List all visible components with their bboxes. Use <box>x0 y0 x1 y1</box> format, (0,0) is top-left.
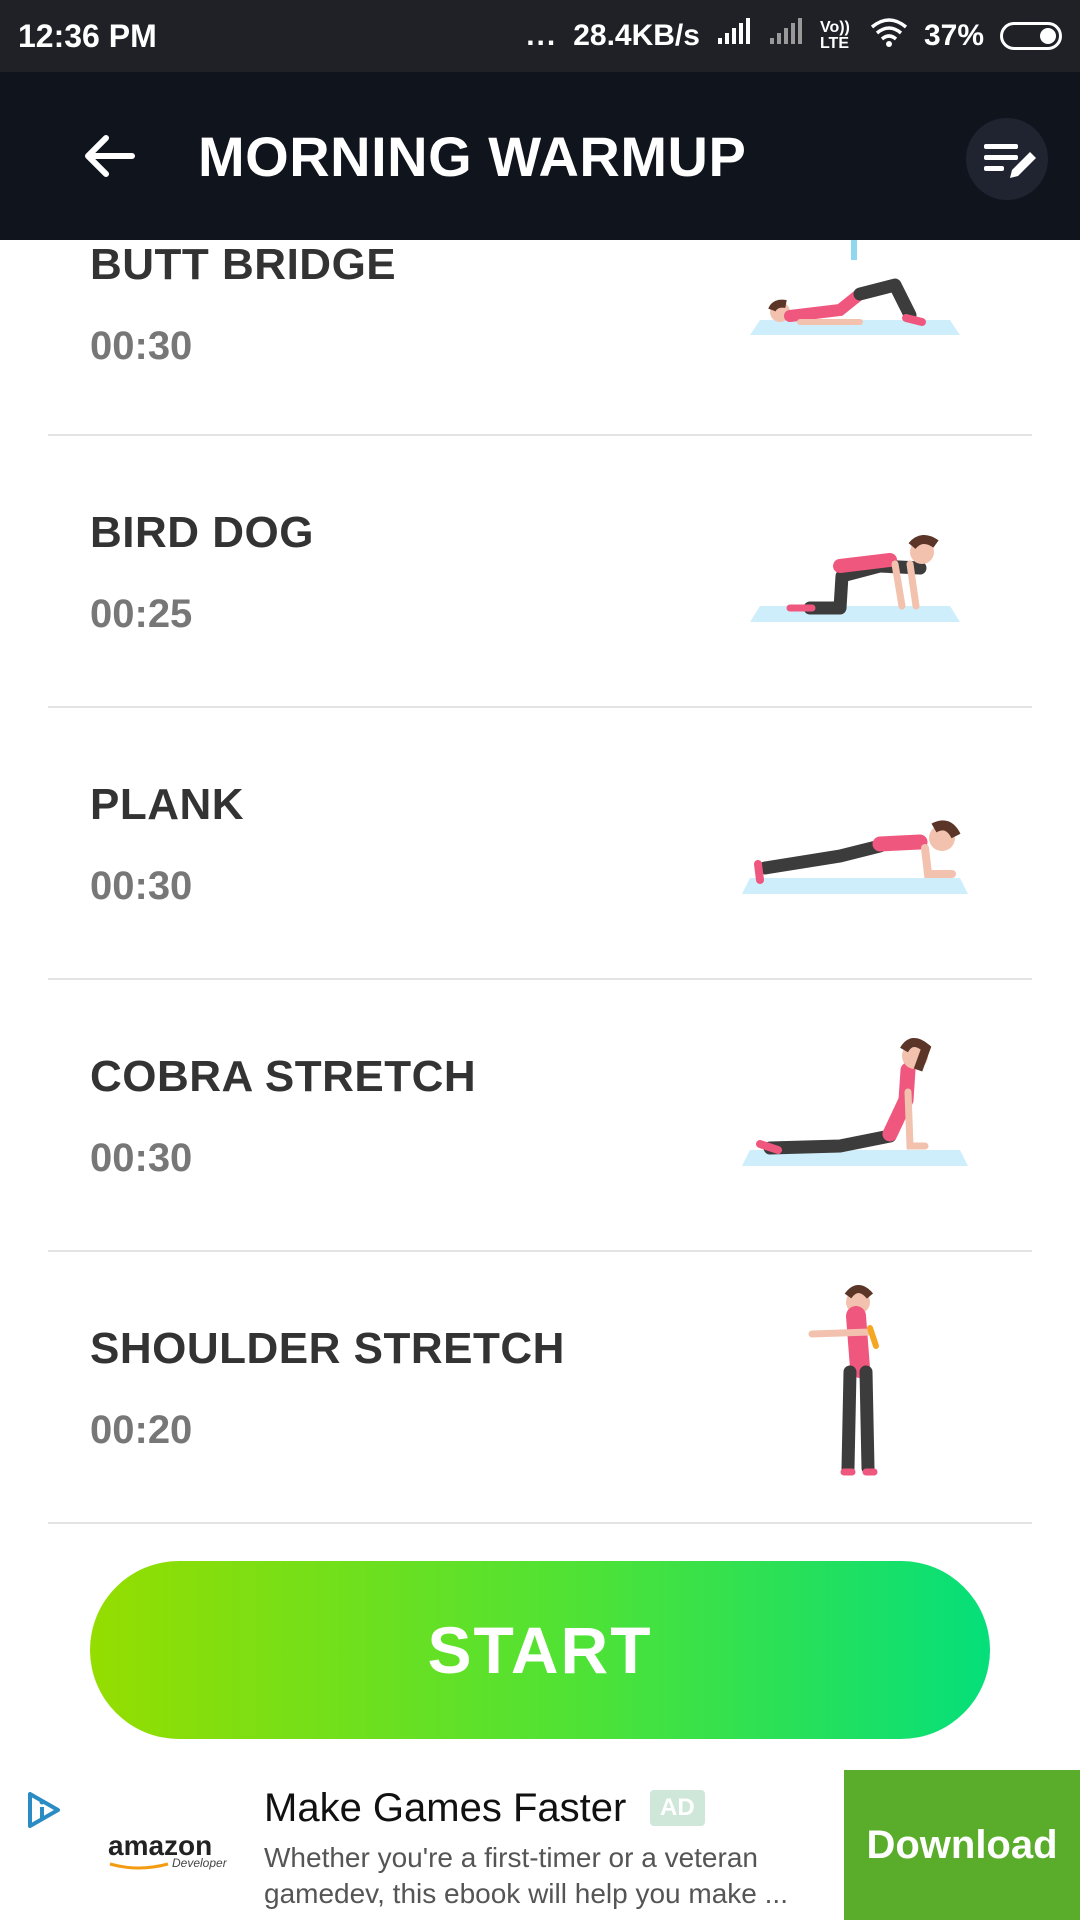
ad-description: Whether you're a first-timer or a vetera… <box>264 1842 788 1909</box>
exercise-row-plank[interactable]: PLANK 00:30 <box>0 708 1080 980</box>
exercise-duration: 00:30 <box>90 864 193 908</box>
ad-download-button[interactable]: Download <box>844 1770 1080 1920</box>
network-speed: 28.4KB/s <box>573 19 700 52</box>
exercise-row-bird-dog[interactable]: BIRD DOG 00:25 <box>0 436 1080 708</box>
status-time: 12:36 PM <box>18 18 157 54</box>
exercise-row-butt-bridge[interactable]: BUTT BRIDGE 00:30 <box>0 240 1080 436</box>
list-edit-icon <box>984 144 1036 178</box>
adchoices-icon[interactable] <box>22 1788 66 1832</box>
bird-dog-illustration <box>750 535 960 622</box>
exercise-duration: 00:25 <box>90 592 193 636</box>
status-bar: 12:36 PM ... 28.4KB/s Vo)) LTE 37% <box>0 0 1080 72</box>
butt-bridge-illustration <box>750 240 960 335</box>
start-button[interactable]: START <box>90 1561 990 1739</box>
signal-icon <box>716 18 752 54</box>
exercise-name: PLANK <box>90 780 245 829</box>
cobra-stretch-illustration <box>742 1038 968 1166</box>
app-bar: MORNING WARMUP <box>0 72 1080 240</box>
status-right: ... 28.4KB/s Vo)) LTE 37% <box>526 14 1062 58</box>
exercise-duration: 00:20 <box>90 1408 193 1452</box>
ad-banner[interactable]: amazon Developer Make Games Faster AD Wh… <box>0 1770 1080 1920</box>
wifi-icon <box>870 17 908 55</box>
volte-icon: Vo)) LTE <box>819 19 850 52</box>
start-button-label: START <box>427 1613 653 1687</box>
amazon-logo: amazon Developer <box>108 1830 227 1870</box>
ad-badge: AD <box>650 1790 705 1826</box>
battery-icon <box>1000 22 1062 50</box>
row-divider <box>48 1522 1032 1524</box>
exercise-name: SHOULDER STRETCH <box>90 1324 565 1373</box>
arrow-left-icon <box>85 135 135 177</box>
back-button[interactable] <box>78 124 142 188</box>
plank-illustration <box>742 820 968 894</box>
shoulder-stretch-illustration <box>808 1285 879 1476</box>
exercise-row-cobra-stretch[interactable]: COBRA STRETCH 00:30 <box>0 980 1080 1252</box>
exercise-row-shoulder-stretch[interactable]: SHOULDER STRETCH 00:20 <box>0 1252 1080 1524</box>
battery-percent: 37% <box>923 19 984 52</box>
notification-dots: ... <box>526 19 558 52</box>
exercise-duration: 00:30 <box>90 1136 193 1180</box>
exercise-name: COBRA STRETCH <box>90 1052 477 1101</box>
page-title: MORNING WARMUP <box>198 125 747 188</box>
ad-title: Make Games Faster <box>264 1786 627 1830</box>
exercise-list: BUTT BRIDGE 00:30 BIRD DOG 00:25 PLANK 0… <box>0 240 1080 1530</box>
signal-icon-2 <box>768 18 804 54</box>
exercise-name: BIRD DOG <box>90 508 314 557</box>
exercise-duration: 00:30 <box>90 324 193 368</box>
edit-list-button[interactable] <box>966 118 1048 200</box>
exercise-name: BUTT BRIDGE <box>90 240 397 289</box>
